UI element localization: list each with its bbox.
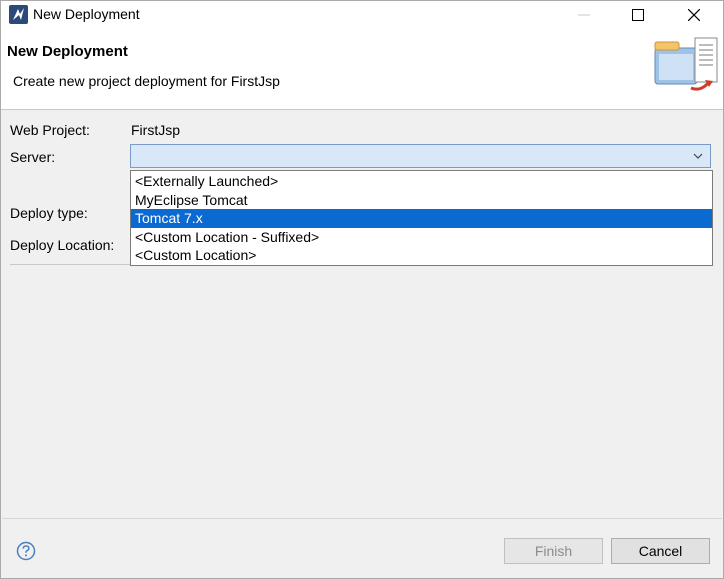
close-button[interactable] (671, 1, 717, 28)
title-bar: New Deployment (1, 1, 723, 28)
server-option-tomcat-7[interactable]: Tomcat 7.x (131, 209, 712, 228)
close-icon (688, 8, 700, 21)
banner-description: Create new project deployment for FirstJ… (13, 73, 280, 89)
maximize-button[interactable] (615, 1, 661, 28)
server-option-externally-launched[interactable]: <Externally Launched> (131, 172, 712, 191)
footer-separator (2, 518, 722, 519)
server-combo[interactable] (130, 144, 711, 168)
server-option-custom-location[interactable]: <Custom Location> (131, 246, 712, 265)
minimize-button[interactable] (561, 1, 607, 28)
banner-title: New Deployment (7, 43, 128, 60)
web-project-value: FirstJsp (131, 122, 180, 138)
app-icon (9, 5, 28, 24)
chevron-down-icon (693, 153, 703, 159)
server-dropdown-list[interactable]: <Externally Launched> MyEclipse Tomcat T… (130, 170, 713, 266)
minimize-icon (578, 14, 590, 15)
finish-button[interactable]: Finish (504, 538, 603, 564)
cancel-button[interactable]: Cancel (611, 538, 710, 564)
help-icon[interactable] (16, 541, 36, 561)
server-option-myeclipse-tomcat[interactable]: MyEclipse Tomcat (131, 191, 712, 210)
deploy-location-label: Deploy Location: (10, 237, 115, 253)
deployment-dialog: New Deployment New Deployment Create new… (0, 0, 724, 579)
wizard-banner: New Deployment Create new project deploy… (1, 28, 723, 110)
deploy-type-label: Deploy type: (10, 205, 88, 221)
deployment-wizard-icon (654, 37, 718, 91)
web-project-label: Web Project: (10, 122, 90, 138)
server-label: Server: (10, 149, 56, 165)
window-title: New Deployment (33, 6, 140, 22)
server-option-custom-location-suffixed[interactable]: <Custom Location - Suffixed> (131, 228, 712, 247)
maximize-icon (632, 8, 644, 21)
